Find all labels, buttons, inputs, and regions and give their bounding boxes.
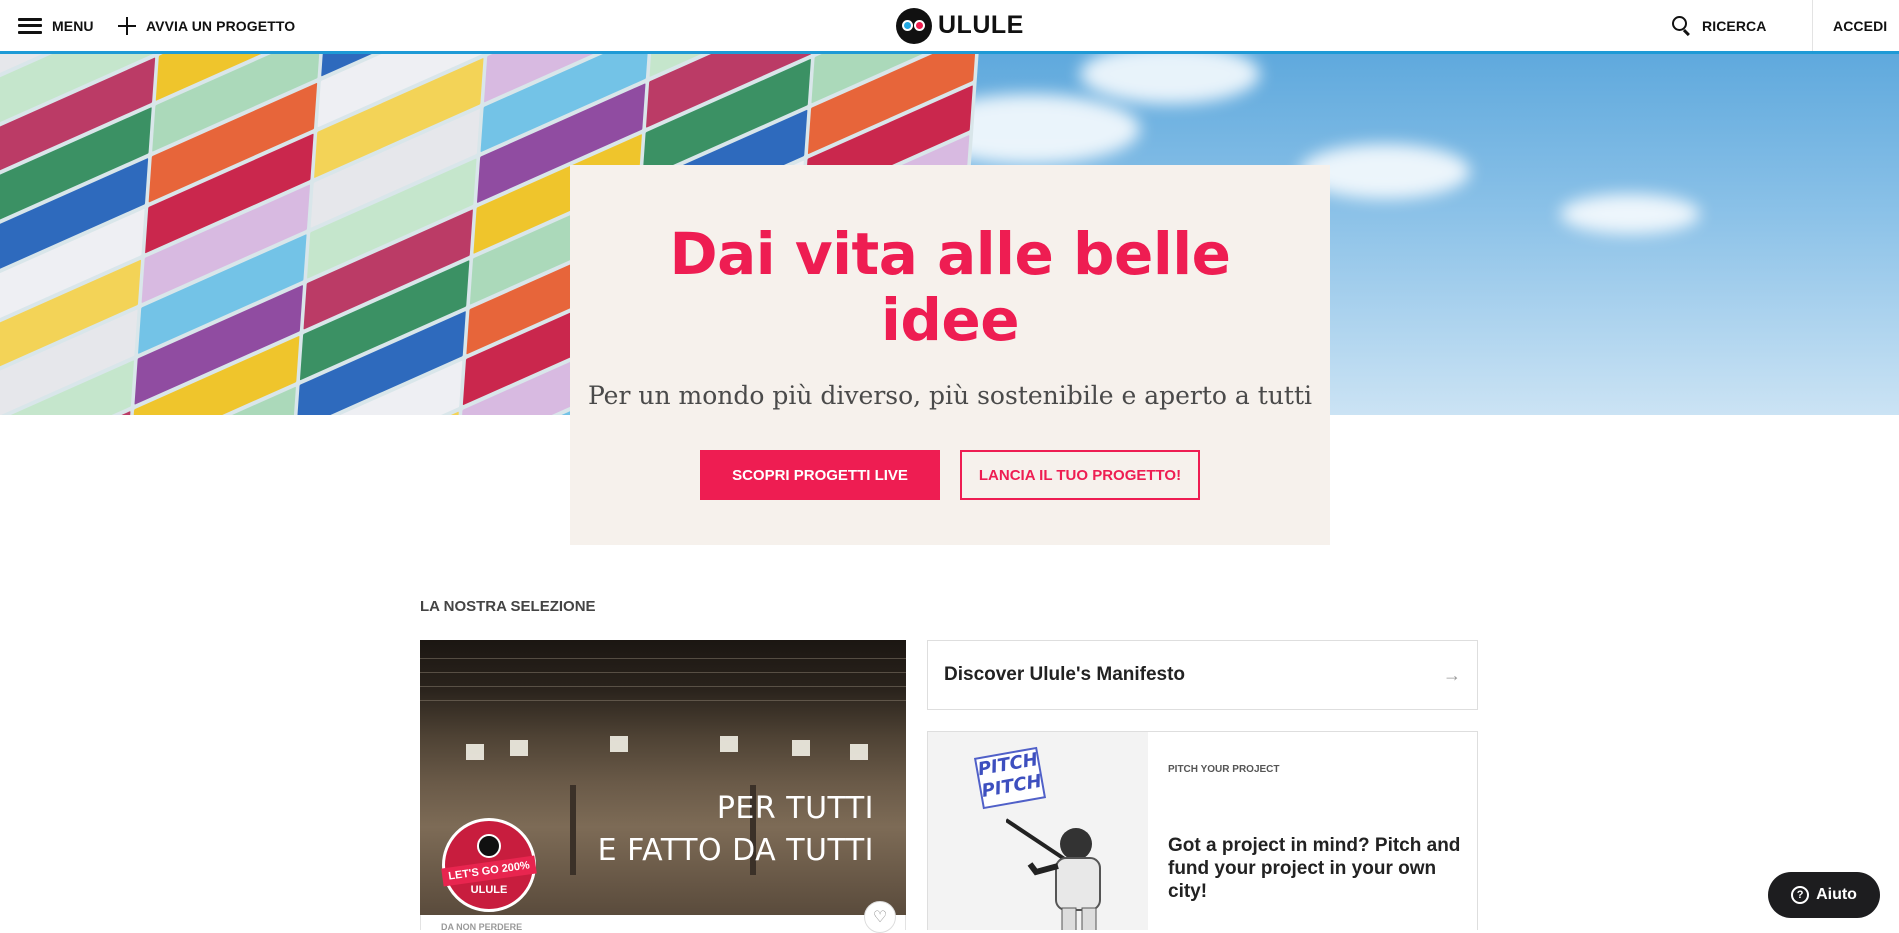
menu-button[interactable]: MENU [18,0,94,51]
manifesto-link[interactable]: Discover Ulule's Manifesto → [927,640,1478,710]
pitch-description: Got a project in mind? Pitch and fund yo… [1168,835,1461,902]
selection-heading: LA NOSTRA SELEZIONE [420,598,596,615]
login-button[interactable]: ACCEDI [1833,0,1887,51]
favorite-button[interactable]: ♡ [864,901,896,933]
menu-label: MENU [52,17,94,34]
owl-badge-icon [477,834,501,858]
manifesto-label: Discover Ulule's Manifesto [944,664,1186,685]
hero-card: Dai vita alle belle idee Per un mondo pi… [570,165,1330,545]
ulule-logo[interactable]: ULULE [896,0,1024,51]
pitch-kicker: PITCH YOUR PROJECT [1168,764,1280,775]
owl-logo-icon [896,7,932,44]
heart-icon: ♡ [872,909,888,926]
help-label: Aiuto [1816,886,1857,903]
plus-icon [118,16,136,35]
pitch-stamp: PITCH PITCH [973,746,1047,810]
help-button[interactable]: ? Aiuto [1768,872,1880,918]
hamburger-icon [18,17,42,34]
hero-title: Dai vita alle belle idee [669,220,1231,354]
hero-buttons: SCOPRI PROGETTI LIVE LANCIA IL TUO PROGE… [570,450,1330,500]
start-project-button[interactable]: AVVIA UN PROGETTO [118,0,295,51]
baseball-player-illustration [1006,818,1101,930]
arrow-right-icon: → [1443,664,1461,685]
discover-live-projects-button[interactable]: SCOPRI PROGETTI LIVE [700,450,940,500]
pitch-image: PITCH PITCH [928,732,1148,930]
top-navbar: MENU AVVIA UN PROGETTO ULULE RICERCA ACC… [0,0,1899,54]
search-icon [1672,15,1692,36]
project-image-caption: PER TUTTI E FATTO DA TUTTI [597,791,874,868]
pitch-card[interactable]: PITCH PITCH PITCH YOUR PROJECT Got a proj… [927,731,1478,930]
launch-project-button[interactable]: LANCIA IL TUO PROGETTO! [960,450,1200,500]
project-card-footer: DA NON PERDERE [420,915,906,932]
header-divider [1812,0,1813,51]
logo-text: ULULE [938,11,1024,39]
lets-go-badge: LET'S GO 200% ULULE [441,818,537,912]
question-icon: ? [1791,886,1810,904]
search-button[interactable]: RICERCA [1672,0,1766,51]
login-label: ACCEDI [1833,17,1888,34]
start-project-label: AVVIA UN PROGETTO [146,17,296,34]
hero-subtitle: Per un mondo più diverso, più sostenibil… [587,381,1313,410]
search-label: RICERCA [1702,17,1767,34]
project-category-label: DA NON PERDERE [441,922,523,932]
featured-project-card[interactable]: PER TUTTI E FATTO DA TUTTI LET'S GO 200%… [420,640,906,915]
